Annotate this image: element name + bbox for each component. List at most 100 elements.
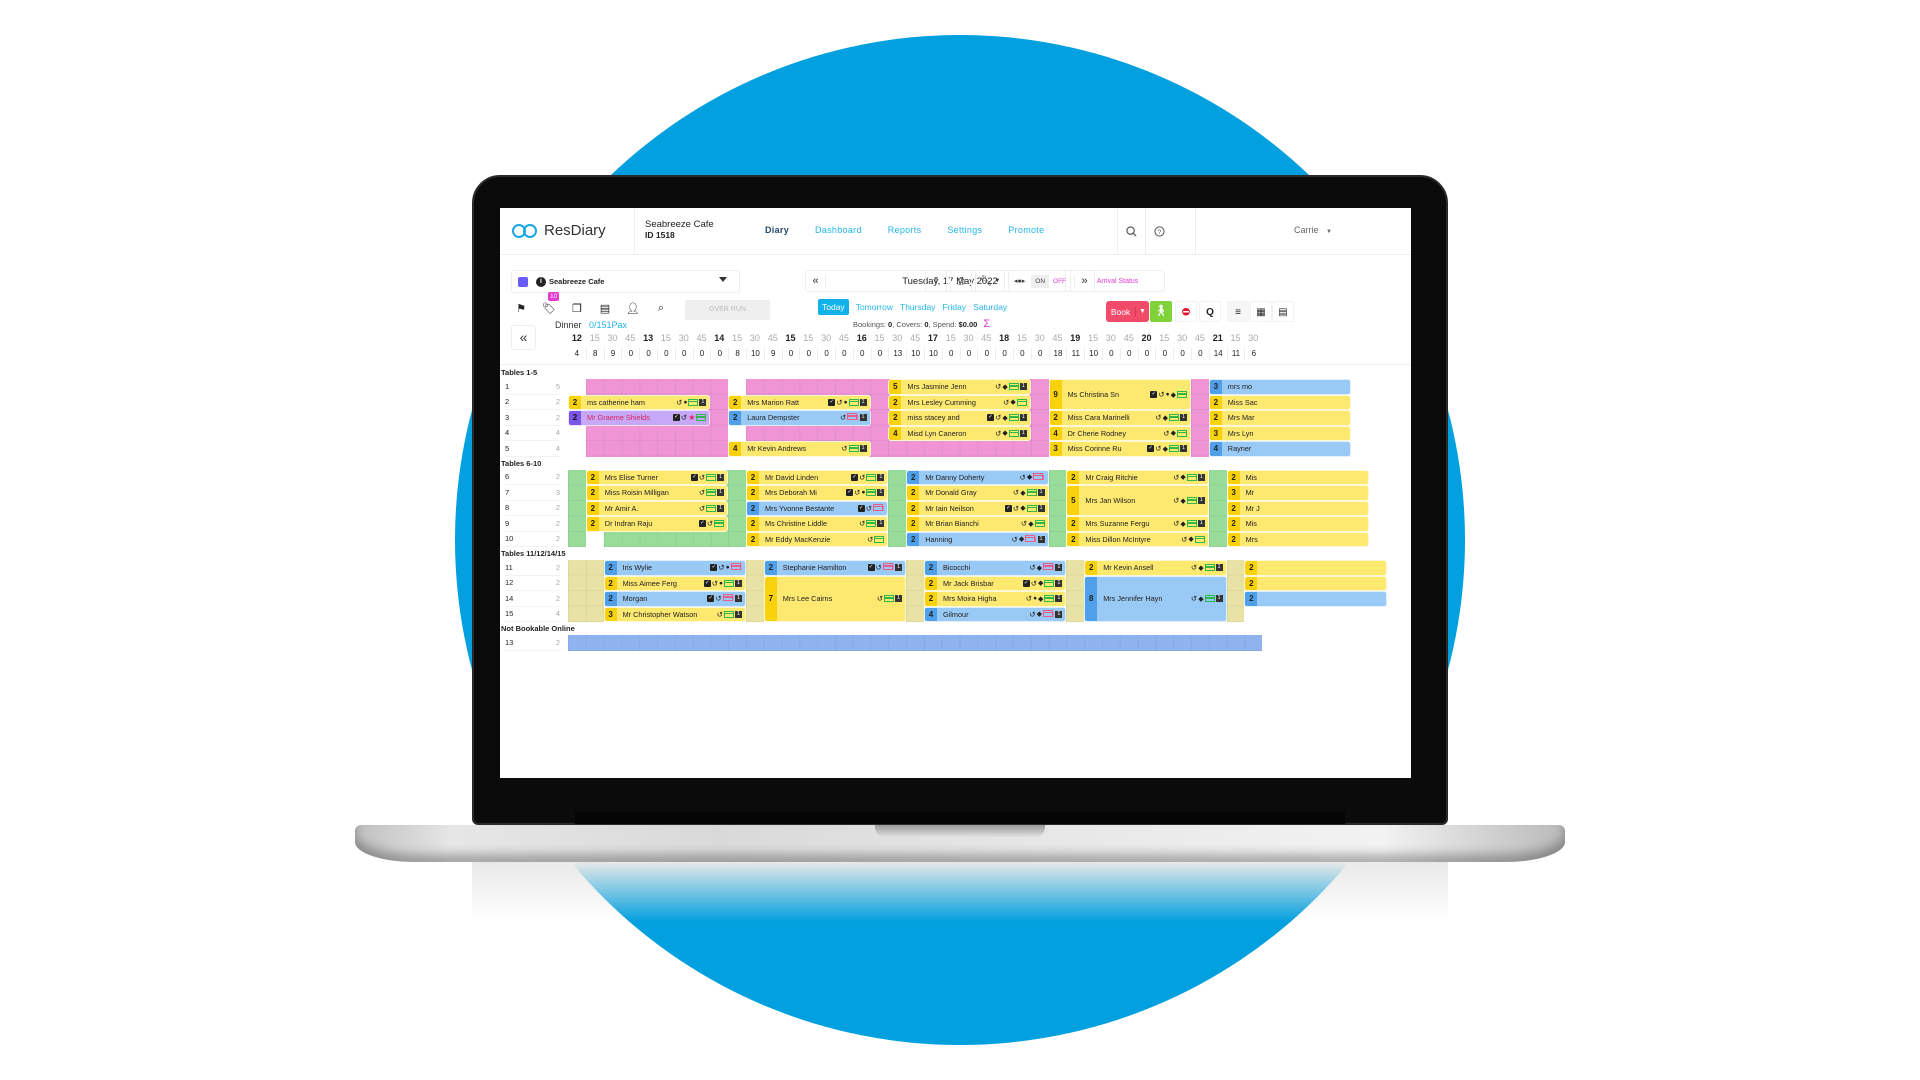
table-row-label[interactable]: 10 2 xyxy=(505,532,560,547)
booking-block[interactable]: 2 Morgan ✓ ↺! 1 xyxy=(603,591,746,607)
unavailable-area[interactable] xyxy=(888,469,907,547)
booking-block[interactable]: 2 Miss Aimee Ferg ✓ ↺ ● 1 xyxy=(603,575,746,591)
booking-block[interactable]: 2 Laura Dempster ↺! 1 xyxy=(728,410,871,426)
table-row-label[interactable]: 15 4 xyxy=(505,607,560,622)
booking-block[interactable]: 2 Mr Jack Brisbar ✓ ↺ ◆ 1 xyxy=(924,575,1067,591)
service-pax[interactable]: 0/151Pax xyxy=(589,320,627,330)
nav-dashboard[interactable]: Dashboard xyxy=(815,225,862,235)
booking-block[interactable]: 2 Ms Christine Liddle ↺ 1 xyxy=(746,516,889,532)
booking-block[interactable]: 2 Mr Iain Neilson ✓ ↺ ◆ 1 xyxy=(906,500,1049,516)
booking-block[interactable]: 2 Mr Kevin Ansell ↺ ◆ 1 xyxy=(1084,560,1227,576)
booking-block[interactable]: 2 Mrs Yvonne Bestante ✓ ↺! xyxy=(746,500,889,516)
booking-block[interactable]: 2 Miss Roisin Milligan ↺ 1 xyxy=(585,485,729,501)
tools-dropdown[interactable]: 🔧︎ ▼ xyxy=(975,270,1005,292)
booking-block[interactable]: 2 Mrs Deborah Mi ✓ ↺ ● 1 xyxy=(746,485,889,501)
booking-block[interactable]: 2 Mr Danny Doherty ↺ ◆! xyxy=(906,469,1049,485)
top-align-button[interactable]: ⤒ xyxy=(925,270,947,292)
search-button[interactable] xyxy=(1117,208,1145,255)
booking-block[interactable]: 2 Mrs Mar xyxy=(1208,410,1352,426)
table-row-label[interactable]: 22 xyxy=(505,395,560,410)
table-row-label[interactable]: 15 xyxy=(505,379,560,395)
day-saturday[interactable]: Saturday xyxy=(973,302,1007,312)
booking-block[interactable]: 2 xyxy=(1244,560,1387,576)
booking-block[interactable]: 2 Hanning ↺ ◆! 1 xyxy=(906,531,1049,547)
unavailable-area[interactable] xyxy=(746,560,764,622)
booking-block[interactable]: 2 Dr Indran Raju ✓ ↺ xyxy=(585,516,729,532)
unavailable-area[interactable] xyxy=(906,560,924,622)
booking-block[interactable]: 2 Miss Dillon McIntyre ↺ ◆ xyxy=(1066,531,1209,547)
table-row-label[interactable]: 92 xyxy=(505,516,560,532)
booking-block[interactable]: 2 Mr Brian Bianchi ↺ ◆ xyxy=(906,516,1049,532)
booking-block[interactable]: 2 xyxy=(1244,591,1387,607)
block-button[interactable]: ⛔︎ xyxy=(1175,301,1197,322)
booking-block[interactable]: 2 Mrs Elise Turner ✓ ↺ 1 xyxy=(585,469,729,485)
overrun-button[interactable]: OVER RUN xyxy=(685,300,770,320)
booking-block[interactable]: 4 Rayner xyxy=(1208,441,1352,457)
booking-block[interactable]: 5 Mrs Jasmine Jenn ↺ ◆ 1 xyxy=(888,379,1031,395)
booking-block[interactable]: 3 Mr Christopher Watson ↺ 1 xyxy=(603,606,746,622)
book-label[interactable]: Book xyxy=(1106,306,1136,317)
logo[interactable]: ResDiary xyxy=(512,222,606,239)
booking-block[interactable]: 2 Bicocchi ↺ ◆! 1 xyxy=(924,560,1067,576)
table-row-label[interactable]: 82 xyxy=(505,501,560,516)
list-icon[interactable]: ▤ xyxy=(598,302,612,315)
unavailable-area[interactable] xyxy=(1030,379,1049,457)
unavailable-area[interactable] xyxy=(568,635,1263,651)
sigma-icon[interactable]: Σ xyxy=(983,318,990,330)
booking-block[interactable]: 2 Mrs Lesley Cumming ↺ ◆ xyxy=(888,394,1031,410)
table-row-label[interactable]: 44 xyxy=(505,426,560,441)
table-row-label[interactable]: 73 xyxy=(505,485,560,501)
booking-block[interactable]: 2 Miss Sac xyxy=(1208,394,1352,410)
caret-down-icon[interactable]: ▼ xyxy=(1136,308,1149,315)
search-bookings-icon[interactable]: ⌕ xyxy=(654,302,668,315)
booking-block[interactable]: 4 Dr Cherie Rodney ↺ ◆ xyxy=(1048,425,1191,441)
day-tomorrow[interactable]: Tomorrow xyxy=(856,302,893,312)
booking-block[interactable]: 2 Mis xyxy=(1226,469,1369,485)
queue-button[interactable]: Q xyxy=(1199,301,1221,322)
table-row-label[interactable]: 13 2 xyxy=(505,635,560,651)
booking-block[interactable]: 3 Mr xyxy=(1226,485,1369,501)
booking-block[interactable]: 4 Mr Kevin Andrews ↺ 1 xyxy=(728,441,871,457)
walk-in-button[interactable]: 🚶︎ xyxy=(1150,301,1172,322)
booking-block[interactable]: 2 miss stacey and ✓ ↺ ◆ 1 xyxy=(888,410,1031,426)
arrival-status-button[interactable]: Arrival Status xyxy=(1070,270,1165,292)
booking-block[interactable]: 2 Mr J xyxy=(1226,500,1369,516)
venue-select[interactable]: i Seabreeze Cafe xyxy=(511,270,740,293)
user-remove-icon[interactable]: 👤︎ xyxy=(626,302,640,315)
booking-block[interactable]: 2 Mr Donald Gray ↺ ◆ 1 xyxy=(906,485,1049,501)
flag-icon[interactable]: ⚑ xyxy=(514,302,528,315)
booking-block[interactable]: 2 Iris Wylie ✓ ↺ ●! xyxy=(603,560,746,576)
table-row-label[interactable]: 11 2 xyxy=(505,560,560,576)
expand-toggle[interactable]: ◂●▸ ON OFF xyxy=(1008,270,1066,292)
toggle-on[interactable]: ON xyxy=(1031,274,1050,288)
user-menu[interactable]: Carrie ▼ xyxy=(1195,208,1411,255)
booking-block[interactable]: 2 Mrs Suzanne Fergu ↺ ◆ 1 xyxy=(1066,516,1209,532)
list-view-button[interactable]: ≡ xyxy=(1227,301,1249,322)
booking-block[interactable]: 8 Mrs Jennifer Hayn ↺ ◆ 1 xyxy=(1084,575,1227,622)
booking-block[interactable]: 7 Mrs Lee Cairns ↺ 1 xyxy=(763,575,907,622)
booking-block[interactable]: 3 mrs mo xyxy=(1208,379,1352,395)
booking-block[interactable]: 2 Mrs Marion Ratt ✓ ↺ ● 1 xyxy=(728,394,871,410)
tag-icon[interactable]: 🏷︎ 10 xyxy=(542,292,560,315)
booking-block[interactable]: 4 Gilmour ↺ ◆! 1 xyxy=(924,606,1067,622)
table-row-label[interactable]: 54 xyxy=(505,441,560,457)
copy-icon[interactable]: ❐ xyxy=(570,302,584,315)
unavailable-area[interactable] xyxy=(728,469,746,547)
book-button[interactable]: Book ▼ xyxy=(1106,301,1149,322)
booking-block[interactable]: 2 Mr Graeme Shields ✓ ↺ ★ xyxy=(568,410,711,426)
table-row-label[interactable]: 12 2 xyxy=(505,576,560,591)
table-view-button[interactable]: ▤ xyxy=(1272,301,1294,322)
print-button[interactable]: ⎙ xyxy=(950,270,972,292)
unavailable-area[interactable] xyxy=(1048,469,1067,547)
nav-promote[interactable]: Promote xyxy=(1008,225,1044,235)
unavailable-area[interactable] xyxy=(1066,560,1085,622)
booking-block[interactable]: 2 ms catherine ham ↺ ● 1 xyxy=(568,394,711,410)
booking-block[interactable]: 2 Mr Craig Ritchie ↺ ◆ 1 xyxy=(1066,469,1209,485)
booking-block[interactable]: 2 Mrs Moira Higha ↺ ● ◆ 1 xyxy=(924,591,1067,607)
day-thursday[interactable]: Thursday xyxy=(900,302,935,312)
nav-reports[interactable]: Reports xyxy=(888,225,922,235)
booking-block[interactable]: 2 Mr Eddy MacKenzie ↺ xyxy=(746,531,889,547)
toggle-off[interactable]: OFF xyxy=(1049,275,1070,288)
collapse-panel-button[interactable]: « xyxy=(511,325,536,350)
booking-block[interactable]: 2 Mr David Linden ✓ ↺ 1 xyxy=(746,469,889,485)
